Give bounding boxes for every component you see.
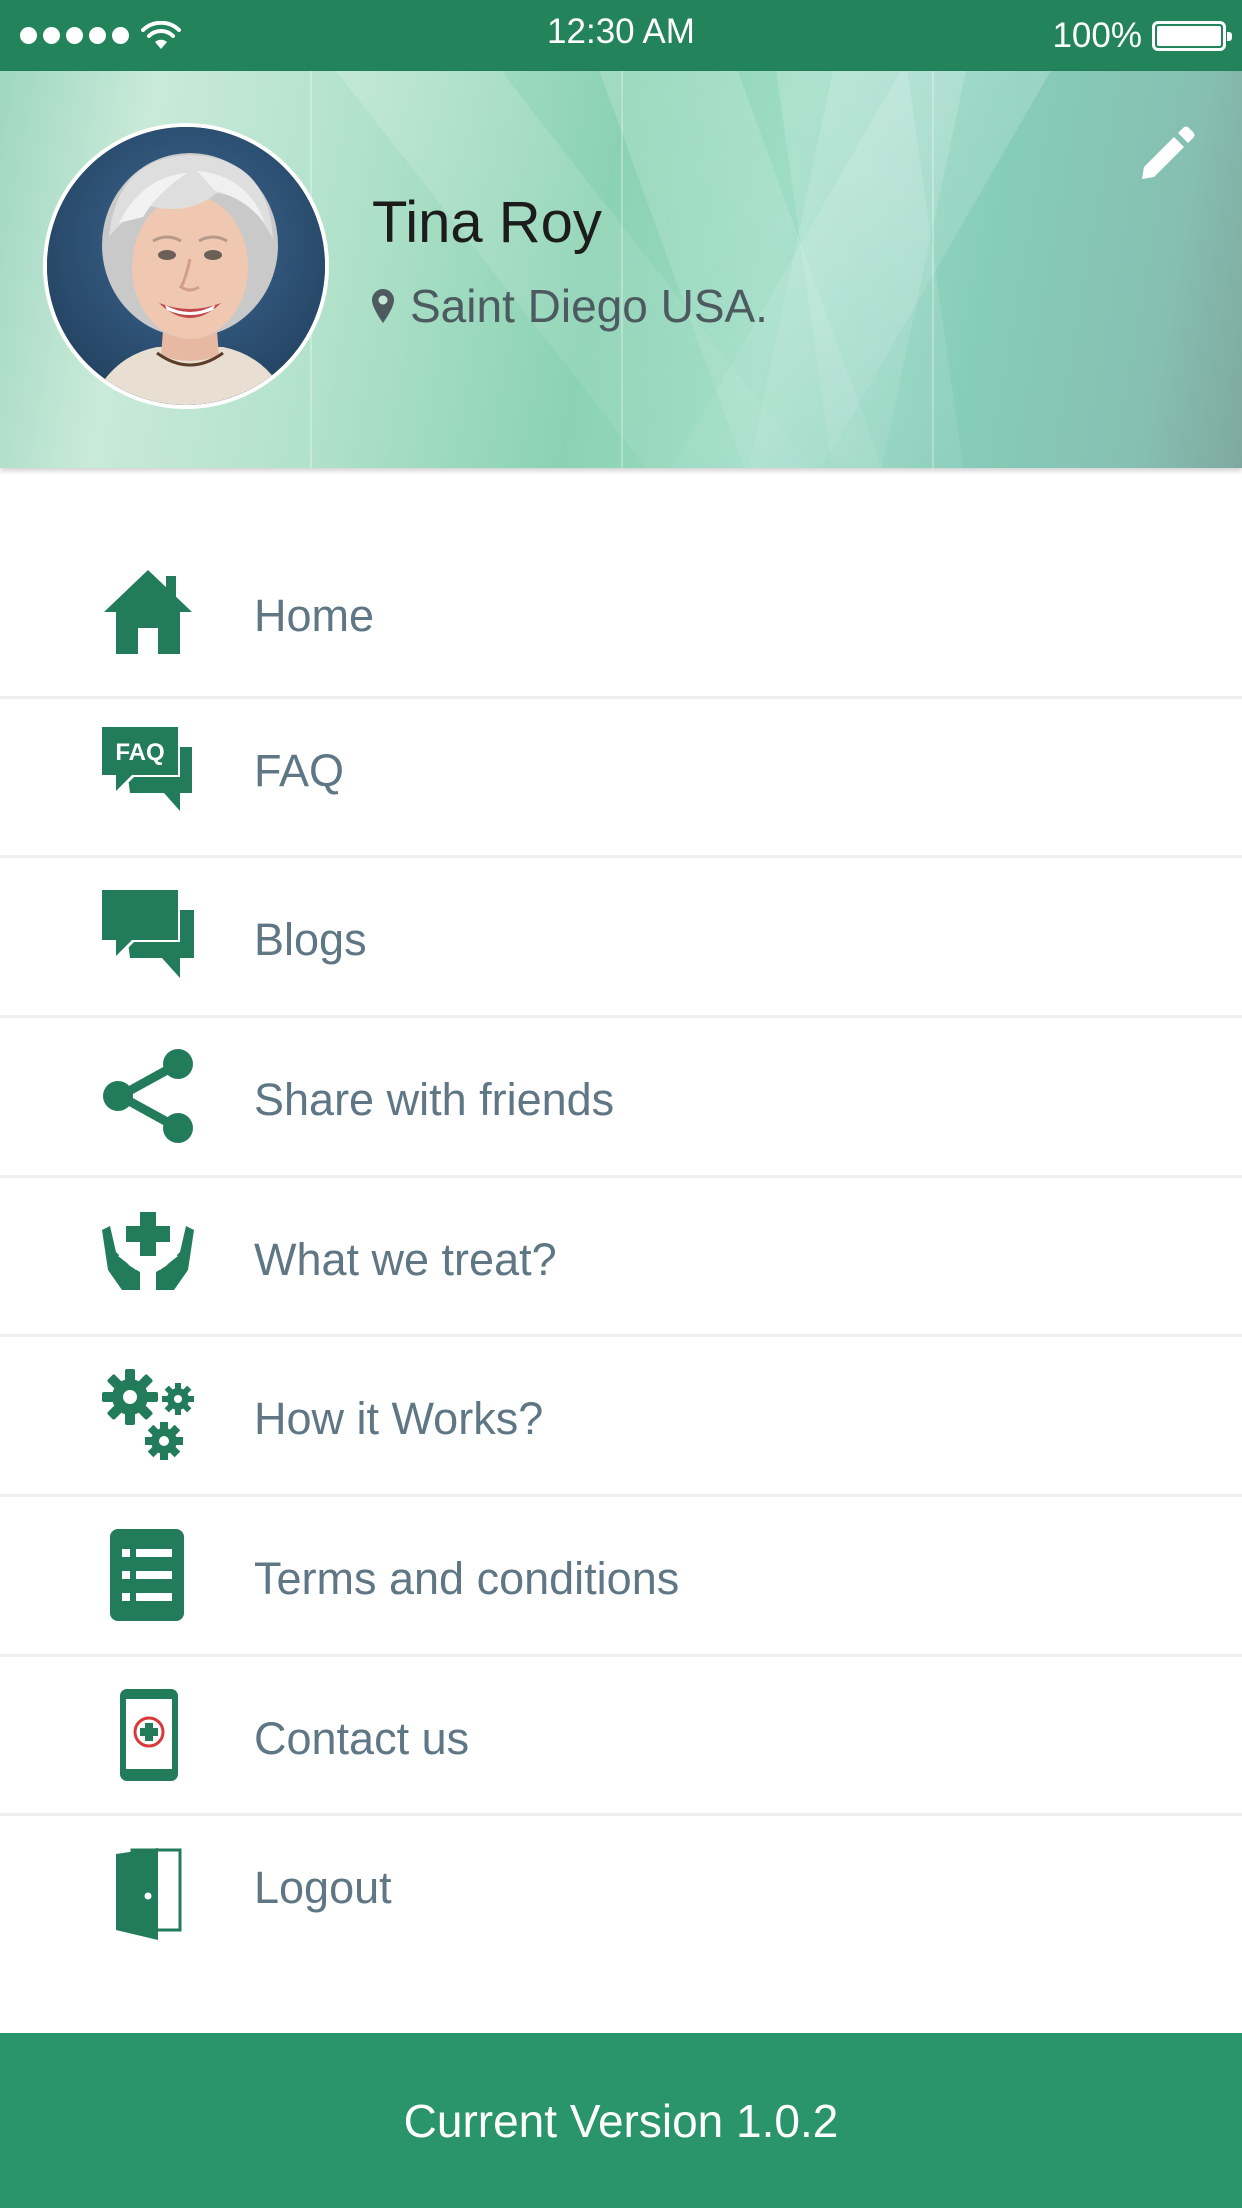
chat-bubbles-icon: [100, 888, 196, 984]
battery-percent: 100%: [1052, 15, 1142, 55]
menu-item-home[interactable]: Home: [0, 538, 1242, 696]
menu-item-faq[interactable]: FAQ FAQ: [0, 699, 1242, 855]
battery-status: 100%: [1052, 0, 1232, 71]
menu-item-how-it-works[interactable]: How it Works?: [0, 1337, 1242, 1494]
profile-header: Tina Roy Saint Diego USA.: [0, 71, 1242, 468]
menu-item-blogs[interactable]: Blogs: [0, 858, 1242, 1015]
menu-item-contact[interactable]: Contact us: [0, 1657, 1242, 1813]
menu-item-label: FAQ: [254, 745, 345, 796]
menu-item-label: How it Works?: [254, 1393, 544, 1444]
location-text: Saint Diego USA.: [410, 280, 768, 332]
door-exit-icon: [100, 1846, 196, 1942]
version-footer: Current Version 1.0.2: [0, 2033, 1242, 2208]
status-bar: 12:30 AM 100%: [0, 0, 1242, 71]
menu-item-share[interactable]: Share with friends: [0, 1018, 1242, 1175]
pencil-icon[interactable]: [1134, 121, 1200, 187]
phone-medical-icon: [100, 1687, 196, 1783]
menu-item-label: Blogs: [254, 914, 367, 965]
menu-item-label: Terms and conditions: [254, 1553, 680, 1604]
menu-item-label: Home: [254, 590, 375, 641]
faq-icon: FAQ: [100, 723, 196, 819]
home-icon: [100, 562, 196, 658]
avatar-photo: [47, 127, 325, 405]
menu-item-logout[interactable]: Logout: [0, 1816, 1242, 1976]
battery-icon: [1152, 20, 1232, 51]
menu-item-terms[interactable]: Terms and conditions: [0, 1497, 1242, 1654]
faq-icon-text: FAQ: [115, 739, 164, 766]
document-list-icon: [100, 1527, 196, 1623]
menu-item-label: Share with friends: [254, 1074, 615, 1125]
hands-medical-cross-icon: [100, 1208, 196, 1304]
version-text: Current Version 1.0.2: [403, 2094, 839, 2147]
profile-name: Tina Roy: [372, 190, 602, 255]
menu-item-label: Logout: [254, 1862, 392, 1913]
menu-item-label: Contact us: [254, 1713, 470, 1764]
location-pin-icon: [372, 289, 394, 323]
profile-location: Saint Diego USA.: [372, 279, 768, 333]
avatar[interactable]: [43, 123, 329, 409]
menu-item-label: What we treat?: [254, 1234, 557, 1285]
gears-icon: [100, 1367, 196, 1463]
menu-item-what-we-treat[interactable]: What we treat?: [0, 1178, 1242, 1334]
share-icon: [100, 1048, 196, 1144]
